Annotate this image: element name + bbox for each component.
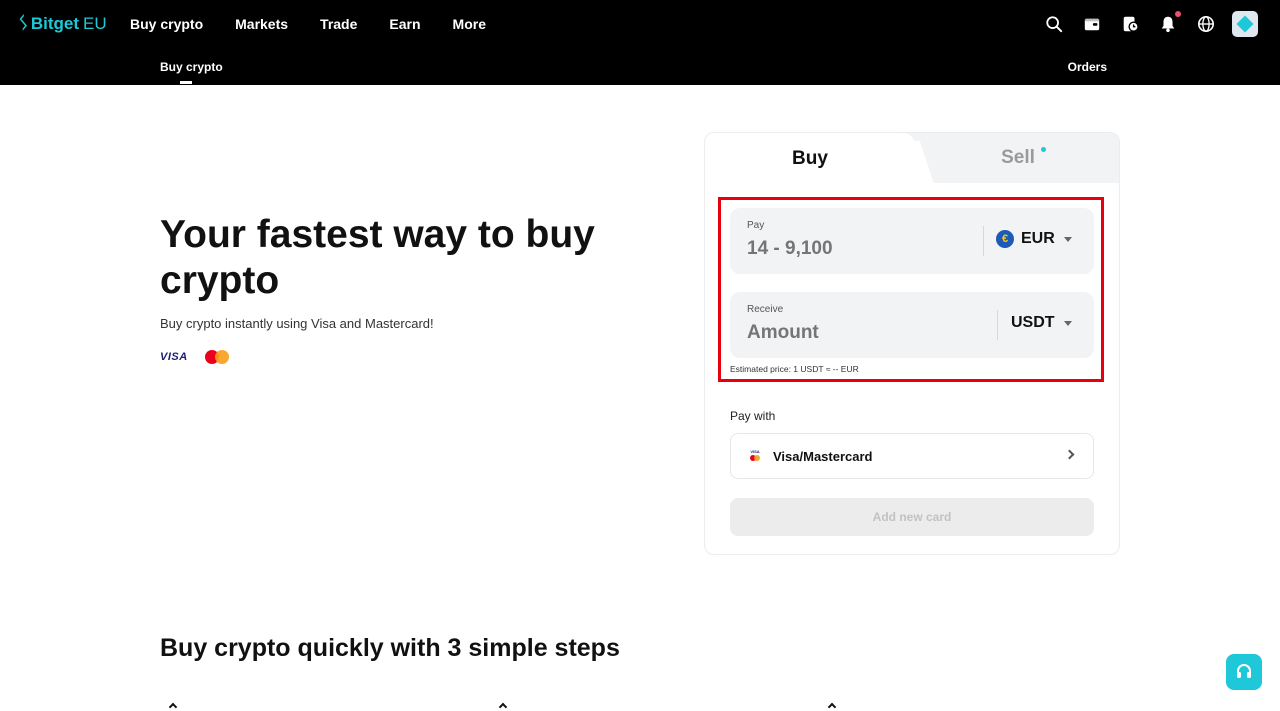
orders-link[interactable]: Orders [1068,60,1107,74]
tab-buy-label: Buy [792,148,828,169]
top-icons [1030,10,1258,38]
globe-icon[interactable] [1192,10,1220,38]
sub-navbar: Buy crypto Orders [0,48,1280,85]
step-icon [827,702,837,711]
receive-label: Receive [747,304,784,315]
pay-field: Pay € EUR [730,208,1094,274]
mastercard-logo [204,349,230,365]
pay-label: Pay [747,220,765,231]
support-chat-button[interactable] [1226,654,1262,690]
active-tab-indicator [180,81,192,84]
headset-icon [1237,664,1251,678]
pay-currency: EUR [1021,230,1055,247]
bitget-logo-icon: ᛊ [18,13,29,33]
receive-currency: USDT [1011,314,1055,331]
pay-amount-input[interactable] [747,238,977,260]
euro-icon: € [996,230,1014,248]
top-navbar: ᛊ Bitget EU Buy crypto Markets Trade Ear… [0,0,1280,48]
nav-item-markets[interactable]: Markets [235,16,288,32]
payment-method-select[interactable]: VISA Visa/Mastercard [730,433,1094,479]
search-icon[interactable] [1040,10,1068,38]
receive-amount-input[interactable] [747,322,977,344]
tab-sell-label: Sell [1001,147,1035,168]
pay-with-label: Pay with [730,409,776,423]
pay-currency-select[interactable]: € EUR [996,230,1072,248]
subnav-buy-crypto[interactable]: Buy crypto [160,60,223,74]
divider [983,226,984,256]
estimated-price: Estimated price: 1 USDT ≈ -- EUR [730,364,859,374]
logo-region: EU [82,13,107,33]
card-logos: VISA [160,349,230,365]
receive-currency-select[interactable]: USDT [1011,314,1072,332]
logo-text: Bitget [30,13,79,33]
step-icon [168,702,178,711]
step-icon [498,702,508,711]
notification-dot [1175,11,1181,17]
payment-method-label: Visa/Mastercard [773,448,873,464]
tab-buy[interactable]: Buy [705,133,915,185]
hero-subtitle: Buy crypto instantly using Visa and Mast… [160,316,434,331]
chevron-down-icon [1063,320,1072,326]
orders-history-icon[interactable] [1116,10,1144,38]
divider [997,310,998,340]
add-new-card-button[interactable]: Add new card [730,498,1094,536]
bell-icon[interactable] [1154,10,1182,38]
main-nav: Buy crypto Markets Trade Earn More [130,0,518,48]
nav-item-buy-crypto[interactable]: Buy crypto [130,16,203,32]
tab-sell[interactable]: Sell [915,133,1119,183]
nav-item-more[interactable]: More [453,16,486,32]
avatar[interactable] [1232,11,1258,37]
wallet-icon[interactable] [1078,10,1106,38]
bitget-logo[interactable]: ᛊ Bitget EU [18,13,107,34]
chevron-down-icon [1063,236,1072,242]
chevron-right-icon [1064,449,1075,460]
nav-item-trade[interactable]: Trade [320,16,357,32]
sell-indicator-dot [1041,147,1046,152]
steps-title: Buy crypto quickly with 3 simple steps [160,634,620,662]
hero-title: Your fastest way to buy crypto [160,213,595,302]
receive-field: Receive USDT [730,292,1094,358]
nav-item-earn[interactable]: Earn [389,16,420,32]
visa-logo: VISA [160,351,188,363]
card-icon: VISA [748,449,762,463]
